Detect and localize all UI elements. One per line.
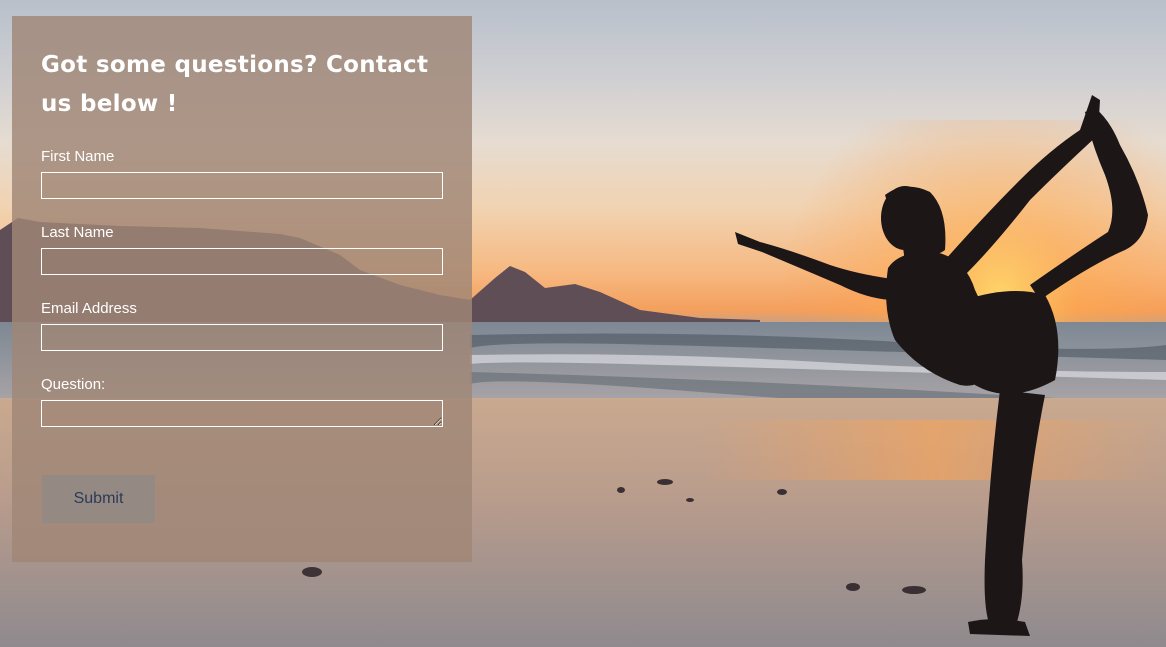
first-name-input[interactable]	[41, 172, 443, 199]
first-name-label: First Name	[41, 148, 115, 165]
page-background: Got some questions? Contact us below ! F…	[0, 0, 1166, 647]
last-name-input[interactable]	[41, 248, 443, 275]
submit-button[interactable]: Submit	[42, 475, 155, 523]
last-name-label: Last Name	[41, 224, 114, 241]
form-heading: Got some questions? Contact us below !	[41, 52, 429, 117]
contact-form-panel: Got some questions? Contact us below ! F…	[12, 16, 472, 562]
question-label: Question:	[41, 376, 106, 393]
question-textarea[interactable]	[41, 400, 443, 427]
email-address-input[interactable]	[41, 324, 443, 351]
email-address-label: Email Address	[41, 300, 137, 317]
